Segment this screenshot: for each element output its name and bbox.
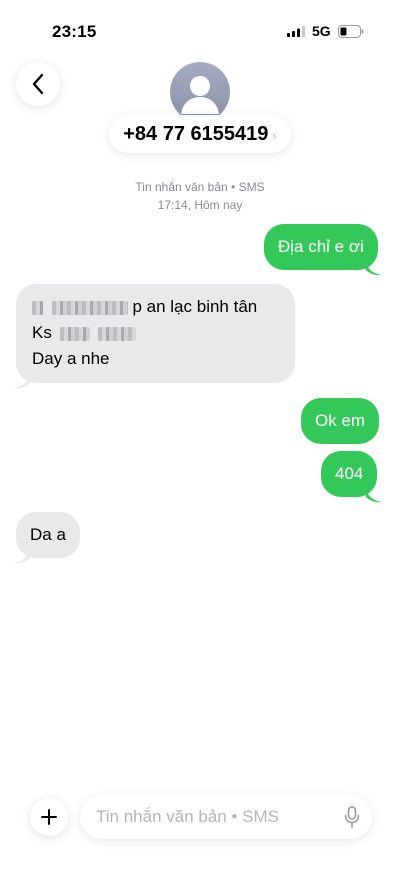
- person-silhouette-icon: [181, 76, 219, 114]
- redacted-text: [32, 300, 43, 315]
- bubble-tail: [14, 550, 30, 564]
- chevron-left-icon: [32, 73, 44, 95]
- avatar[interactable]: [170, 62, 230, 122]
- message-text: p an lạc binh tân: [132, 297, 258, 316]
- message-bubble-sent[interactable]: Ok em: [301, 398, 380, 444]
- contact-details-button[interactable]: +84 77 6155419 ›: [109, 115, 291, 153]
- redacted-text: [59, 326, 90, 341]
- redacted-text: [51, 300, 128, 315]
- bubble-tail: [366, 489, 382, 503]
- message-composer[interactable]: [80, 795, 372, 839]
- status-time: 23:15: [52, 22, 97, 41]
- plus-icon: [41, 809, 57, 825]
- message-input[interactable]: [96, 795, 326, 839]
- redacted-text: [98, 326, 137, 341]
- chevron-right-icon: ›: [272, 127, 277, 143]
- status-bar: 23:15 5G: [0, 0, 400, 60]
- message-bubble-received[interactable]: p an lạc binh tân Ks Day a nhe: [16, 284, 295, 383]
- bubble-tail: [366, 262, 382, 276]
- message-text: Ks: [32, 323, 52, 342]
- message-bubble-sent[interactable]: Địa chỉ e ơi: [264, 224, 378, 270]
- cellular-signal-icon: [287, 26, 305, 37]
- thread-timestamp: 17:14, Hôm nay: [157, 198, 243, 212]
- message-line: Ks: [32, 320, 279, 346]
- contact-name: +84 77 6155419: [123, 122, 269, 145]
- network-type: 5G: [312, 23, 331, 39]
- add-attachment-button[interactable]: [30, 798, 68, 836]
- thread-service-label: Tin nhắn văn bản • SMS: [135, 180, 265, 194]
- bubble-tail: [14, 375, 30, 389]
- message-text: 404: [335, 464, 364, 483]
- message-line: Day a nhe: [32, 349, 110, 368]
- message-text: Địa chỉ e ơi: [278, 237, 364, 256]
- message-line: p an lạc binh tân: [32, 294, 279, 320]
- back-button[interactable]: [16, 62, 60, 106]
- message-text: Ok em: [315, 411, 366, 430]
- message-text: Da a: [30, 525, 66, 544]
- microphone-icon[interactable]: [344, 806, 360, 828]
- battery-icon: [338, 25, 364, 38]
